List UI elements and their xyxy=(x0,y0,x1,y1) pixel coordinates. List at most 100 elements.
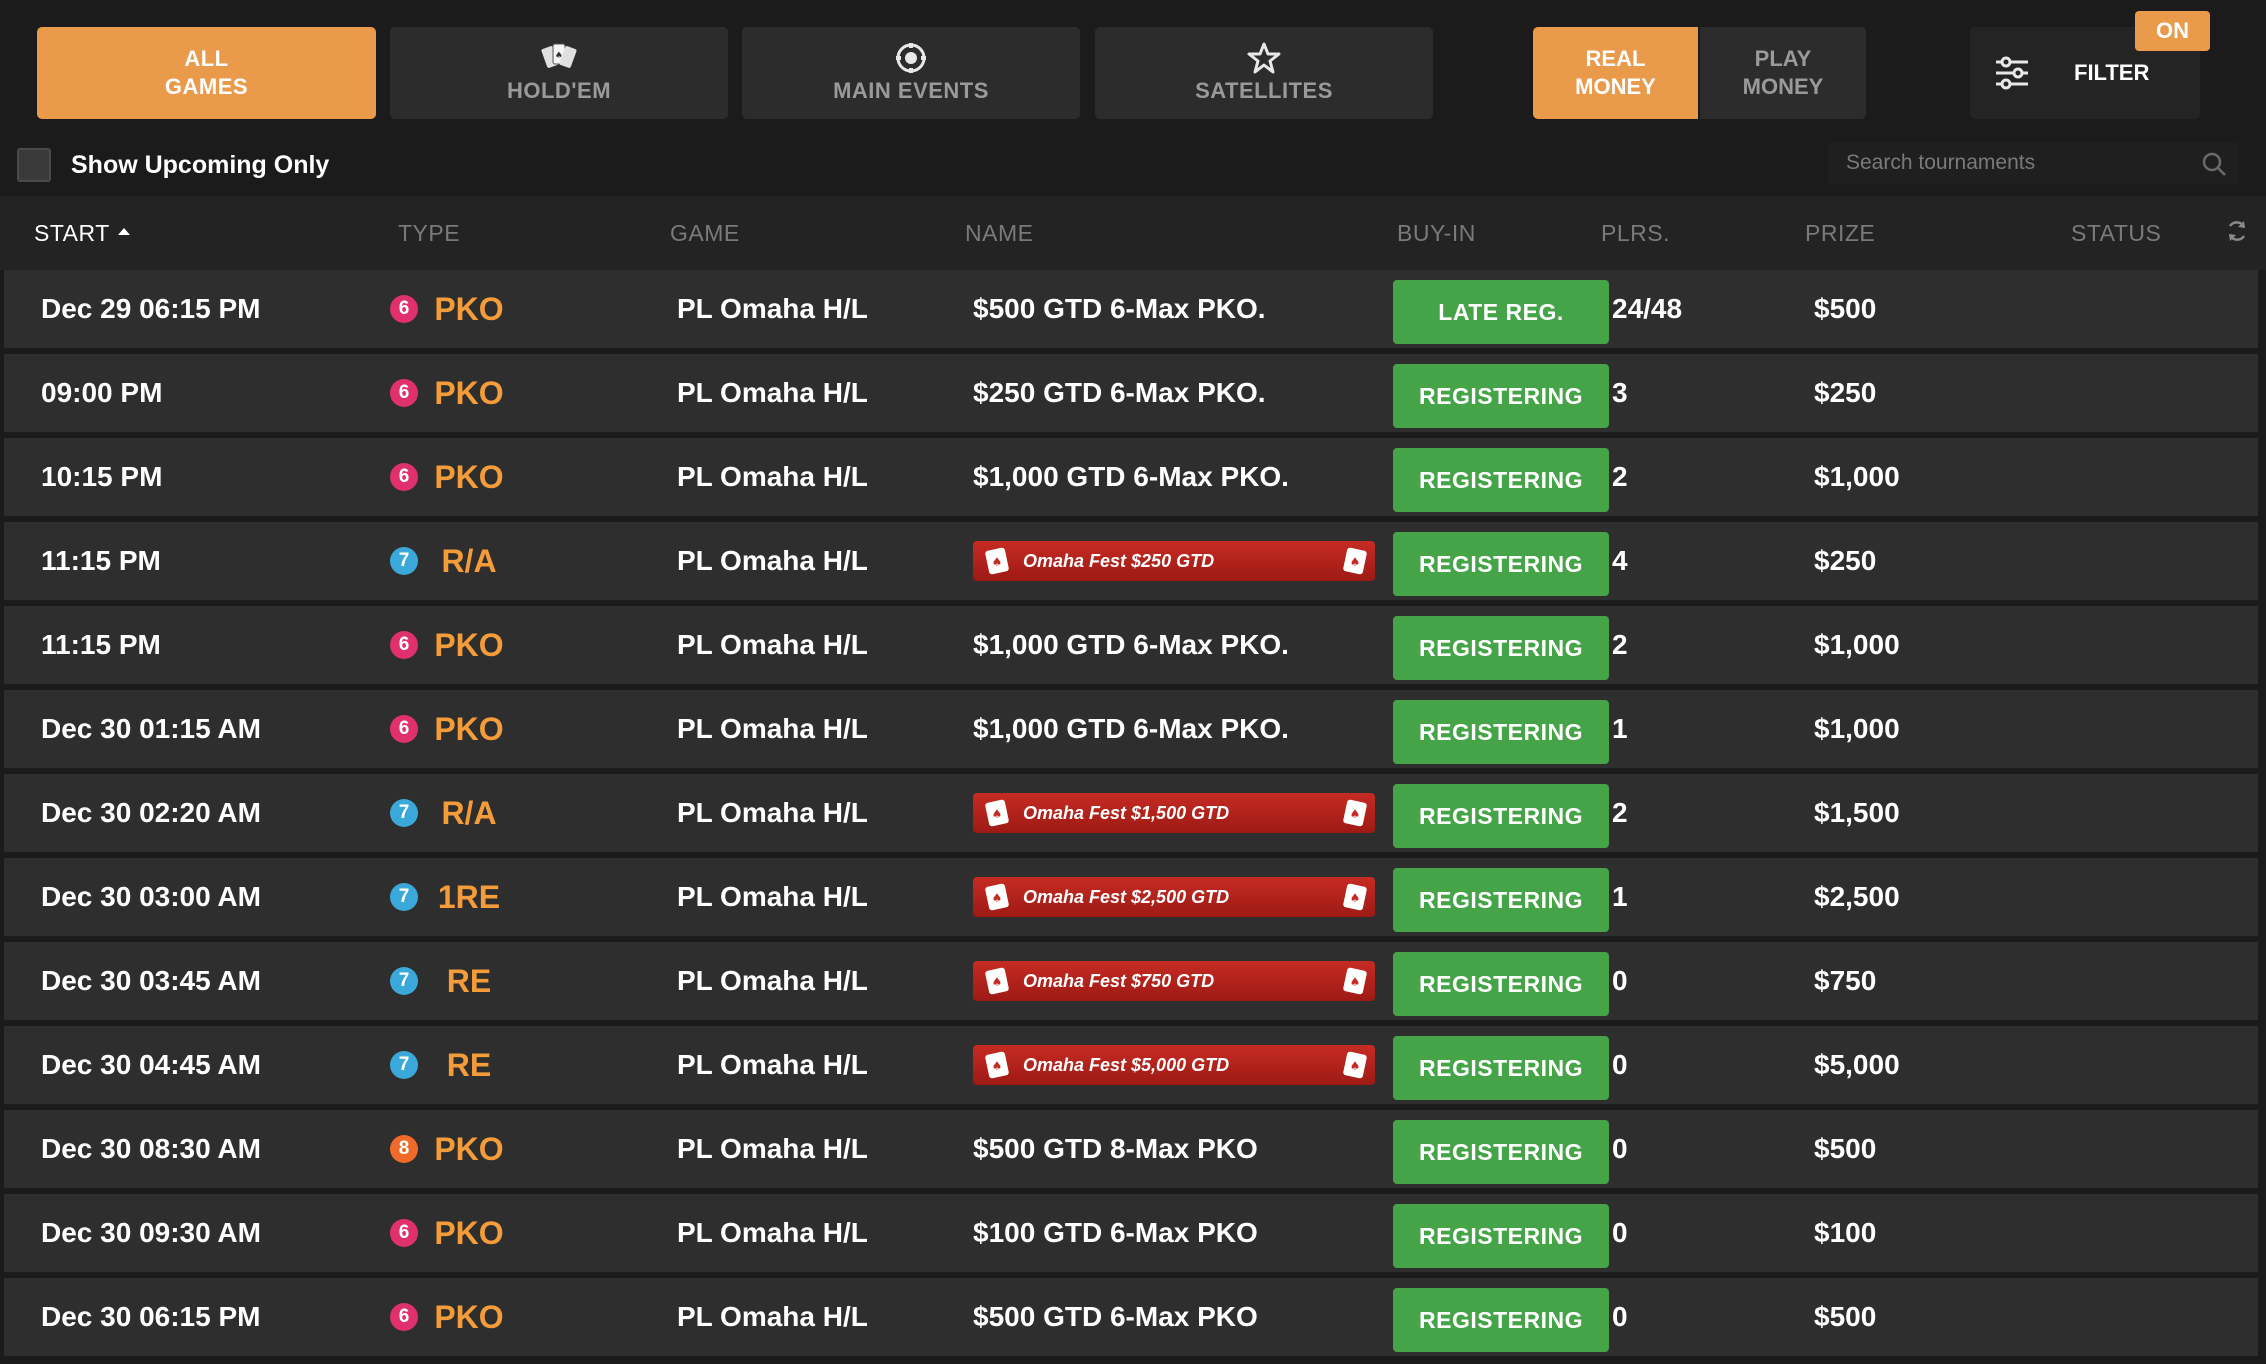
type-cell: 6 PKO xyxy=(390,1278,504,1356)
column-header-name[interactable]: NAME xyxy=(965,220,1033,247)
promo-title: Omaha Fest $750 GTD xyxy=(1023,970,1215,991)
refresh-icon[interactable] xyxy=(2224,218,2250,244)
tournament-row[interactable]: 11:15 PM 7 R/A PL Omaha H/L ♠ Omaha Fest $250… xyxy=(4,522,2258,600)
tournament-row[interactable]: Dec 30 02:20 AM 7 R/A PL Omaha H/L ♠ Omaha Fe… xyxy=(4,774,2258,852)
play-money-toggle[interactable]: PLAY MONEY xyxy=(1700,27,1866,119)
players-count: 24/48 xyxy=(1612,293,1683,324)
name-cell: ♠ Omaha Fest $2,500 GTD ♠ xyxy=(973,858,1375,936)
tab-satellites[interactable]: SATELLITES xyxy=(1095,27,1433,119)
tournament-type: 1RE xyxy=(437,878,501,915)
real-money-label-1: REAL xyxy=(1585,46,1646,71)
prize-pool: $250 xyxy=(1814,377,1877,408)
type-cell: 6 PKO xyxy=(390,354,504,432)
start-time: Dec 30 08:30 AM xyxy=(41,1133,261,1164)
column-header-game[interactable]: GAME xyxy=(670,220,740,247)
name-cell: $250 GTD 6-Max PKO. xyxy=(973,354,1266,432)
status-button[interactable]: REGISTERING xyxy=(1393,616,1609,680)
name-cell: $100 GTD 6-Max PKO xyxy=(973,1194,1258,1272)
start-time: Dec 30 03:00 AM xyxy=(41,881,261,912)
tournament-name: $250 GTD 6-Max PKO. xyxy=(973,377,1266,408)
search-icon[interactable] xyxy=(2200,150,2228,178)
tournament-row[interactable]: 09:00 PM 6 PKO PL Omaha H/L $250 GTD 6-Max P… xyxy=(4,354,2258,432)
prize-pool: $1,500 xyxy=(1814,797,1900,828)
tournament-row[interactable]: Dec 30 03:00 AM 7 1RE PL Omaha H/L ♠ Omaha Fe… xyxy=(4,858,2258,936)
show-upcoming-toggle[interactable]: Show Upcoming Only xyxy=(17,148,329,182)
tournament-type: PKO xyxy=(434,1130,504,1167)
game-type: PL Omaha H/L xyxy=(677,545,868,576)
type-cell: 7 R/A xyxy=(390,522,504,600)
tournament-name: $1,000 GTD 6-Max PKO. xyxy=(973,713,1289,744)
play-money-label-1: PLAY xyxy=(1754,46,1812,71)
status-button[interactable]: REGISTERING xyxy=(1393,952,1609,1016)
tournament-row[interactable]: Dec 30 03:45 AM 7 RE PL Omaha H/L ♠ Omaha Fes… xyxy=(4,942,2258,1020)
players-count: 1 xyxy=(1612,881,1628,912)
status-button[interactable]: REGISTERING xyxy=(1393,868,1609,932)
max-players-badge: 6 xyxy=(390,295,418,323)
tournament-name: $1,000 GTD 6-Max PKO. xyxy=(973,629,1289,660)
status-button[interactable]: REGISTERING xyxy=(1393,700,1609,764)
tournament-row[interactable]: Dec 30 06:15 PM 6 PKO PL Omaha H/L $500 GTD … xyxy=(4,1278,2258,1356)
search-input[interactable] xyxy=(1828,142,2188,184)
column-header-start[interactable]: START xyxy=(34,220,130,247)
game-type: PL Omaha H/L xyxy=(677,1049,868,1080)
start-time: Dec 30 02:20 AM xyxy=(41,797,261,828)
tournament-row[interactable]: Dec 30 09:30 AM 6 PKO PL Omaha H/L $100 GTD … xyxy=(4,1194,2258,1272)
top-toolbar: ALL GAMES ♠ HOLD'EM MAIN EVENTS SATELLIT… xyxy=(0,0,2266,196)
tournament-row[interactable]: 10:15 PM 6 PKO PL Omaha H/L $1,000 GTD 6-Max… xyxy=(4,438,2258,516)
status-button[interactable]: LATE REG. xyxy=(1393,280,1609,344)
tournament-row[interactable]: Dec 30 08:30 AM 8 PKO PL Omaha H/L $500 GTD … xyxy=(4,1110,2258,1188)
tournament-type: PKO xyxy=(434,374,504,411)
start-time: 11:15 PM xyxy=(41,545,161,576)
tab-holdem[interactable]: ♠ HOLD'EM xyxy=(390,27,728,119)
game-type: PL Omaha H/L xyxy=(677,461,868,492)
max-players-badge: 7 xyxy=(390,547,418,575)
tournament-type: R/A xyxy=(441,542,497,579)
real-money-toggle[interactable]: REAL MONEY xyxy=(1533,27,1698,119)
status-button[interactable]: REGISTERING xyxy=(1393,784,1609,848)
column-header-plrs[interactable]: PLRS. xyxy=(1601,220,1670,247)
max-players-badge: 6 xyxy=(390,715,418,743)
name-cell: $500 GTD 6-Max PKO. xyxy=(973,270,1266,348)
type-cell: 8 PKO xyxy=(390,1110,504,1188)
name-cell: $1,000 GTD 6-Max PKO. xyxy=(973,606,1289,684)
game-type: PL Omaha H/L xyxy=(677,1301,868,1332)
column-header-buyin[interactable]: BUY-IN xyxy=(1397,220,1476,247)
column-header-prize[interactable]: PRIZE xyxy=(1805,220,1875,247)
tournament-row[interactable]: Dec 30 01:15 AM 6 PKO PL Omaha H/L $1,000 GT… xyxy=(4,690,2258,768)
type-cell: 6 PKO xyxy=(390,606,504,684)
status-button[interactable]: REGISTERING xyxy=(1393,448,1609,512)
max-players-badge: 7 xyxy=(390,799,418,827)
status-button[interactable]: REGISTERING xyxy=(1393,1120,1609,1184)
players-count: 4 xyxy=(1612,545,1628,576)
max-players-badge: 6 xyxy=(390,463,418,491)
players-count: 2 xyxy=(1612,797,1628,828)
tournament-type: PKO xyxy=(434,1214,504,1251)
tab-all-games[interactable]: ALL GAMES xyxy=(37,27,376,119)
tournament-row[interactable]: Dec 29 06:15 PM 6 PKO PL Omaha H/L $500 GTD … xyxy=(4,270,2258,348)
tournament-row[interactable]: Dec 30 04:45 AM 7 RE PL Omaha H/L ♠ Omaha Fes… xyxy=(4,1026,2258,1104)
status-button[interactable]: REGISTERING xyxy=(1393,1288,1609,1352)
max-players-badge: 6 xyxy=(390,1303,418,1331)
column-header-status[interactable]: STATUS xyxy=(2071,220,2161,247)
card-icon: ♠ xyxy=(1343,1051,1367,1079)
svg-text:♠: ♠ xyxy=(1350,555,1361,569)
upcoming-checkbox[interactable] xyxy=(17,148,51,182)
card-icon: ♠ xyxy=(1343,883,1367,911)
tournament-row[interactable]: 11:15 PM 6 PKO PL Omaha H/L $1,000 GTD 6-Max… xyxy=(4,606,2258,684)
status-button[interactable]: REGISTERING xyxy=(1393,1036,1609,1100)
tab-main-events[interactable]: MAIN EVENTS xyxy=(742,27,1080,119)
status-button[interactable]: REGISTERING xyxy=(1393,1204,1609,1268)
tournament-type: R/A xyxy=(441,794,497,831)
prize-pool: $1,000 xyxy=(1814,461,1900,492)
column-header-type[interactable]: TYPE xyxy=(398,220,460,247)
column-start-label: START xyxy=(34,220,110,246)
svg-text:♠: ♠ xyxy=(992,807,1003,821)
status-button[interactable]: REGISTERING xyxy=(1393,532,1609,596)
tab-satellites-label: SATELLITES xyxy=(1195,78,1333,103)
type-cell: 7 1RE xyxy=(390,858,504,936)
prize-pool: $100 xyxy=(1814,1217,1877,1248)
status-button[interactable]: REGISTERING xyxy=(1393,364,1609,428)
tournament-name: $500 GTD 6-Max PKO. xyxy=(973,293,1266,324)
tournament-name: $1,000 GTD 6-Max PKO. xyxy=(973,461,1289,492)
poker-chip-icon xyxy=(896,43,926,73)
